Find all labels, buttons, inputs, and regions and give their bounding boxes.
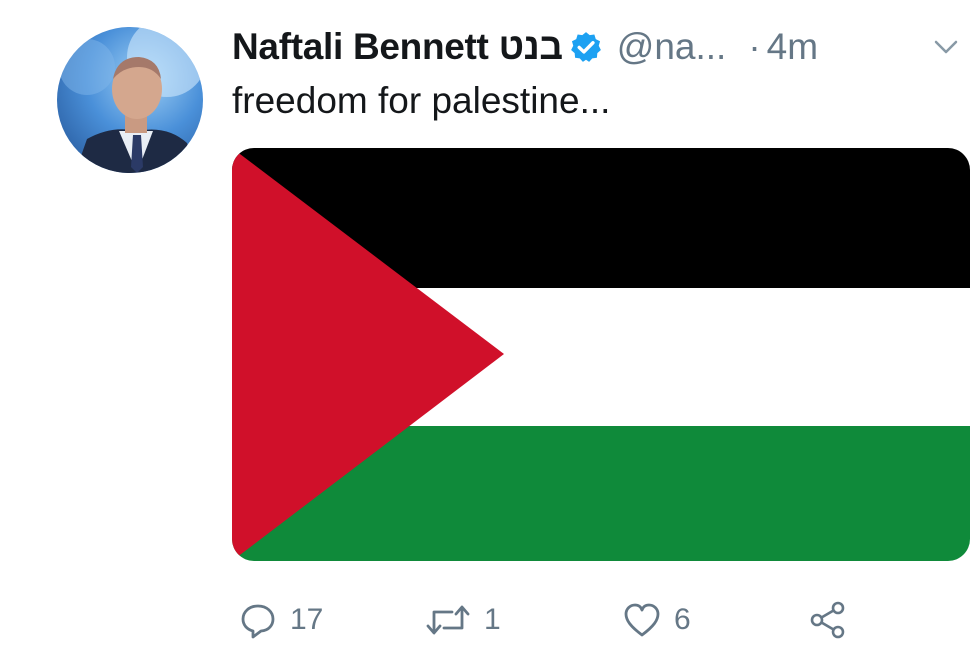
chevron-down-icon[interactable] bbox=[933, 38, 959, 56]
avatar[interactable] bbox=[57, 27, 203, 173]
retweet-count: 1 bbox=[484, 603, 501, 636]
author-handle[interactable]: @na... bbox=[617, 26, 727, 68]
reply-button[interactable]: 17 bbox=[238, 590, 323, 650]
separator-dot: · bbox=[748, 26, 761, 67]
share-icon bbox=[810, 601, 845, 639]
like-icon bbox=[624, 603, 660, 637]
share-button[interactable] bbox=[808, 590, 848, 650]
like-count: 6 bbox=[674, 603, 691, 636]
tweet-actions: 17 1 6 bbox=[232, 590, 872, 650]
timestamp[interactable]: 4m bbox=[767, 26, 818, 68]
reply-count: 17 bbox=[290, 603, 324, 636]
retweet-button[interactable]: 1 bbox=[424, 590, 501, 650]
tweet-media[interactable] bbox=[232, 148, 970, 561]
avatar-photo bbox=[59, 27, 203, 173]
like-button[interactable]: 6 bbox=[622, 590, 691, 650]
verified-badge-icon bbox=[570, 32, 601, 62]
retweet-icon bbox=[426, 605, 470, 635]
palestinian-flag-image bbox=[232, 148, 970, 561]
tweet-header: Naftali Bennett בנט @na... · 4m bbox=[232, 22, 967, 72]
author-name[interactable]: Naftali Bennett בנט bbox=[232, 26, 563, 68]
tweet-text: freedom for palestine... bbox=[232, 80, 611, 121]
reply-icon bbox=[241, 604, 275, 639]
